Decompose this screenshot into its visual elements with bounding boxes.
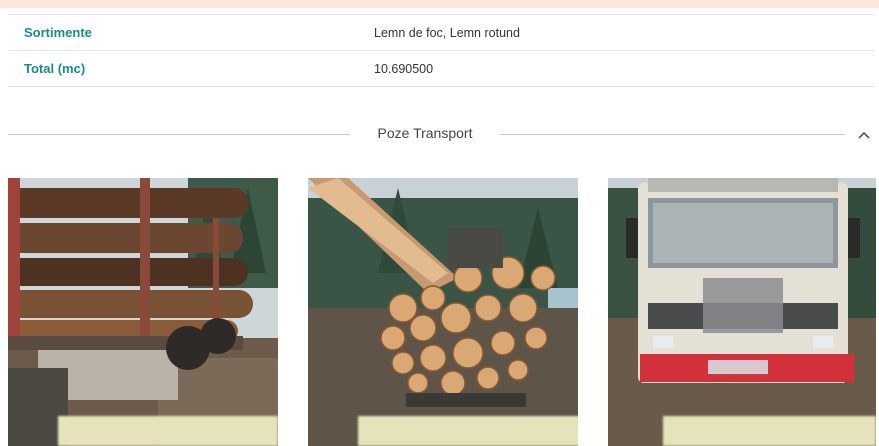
top-strip <box>0 0 879 8</box>
transport-section-header: Poze Transport <box>8 120 875 150</box>
details-label: Sortimente <box>24 25 92 40</box>
blurred-plate <box>58 416 278 446</box>
details-row-sortimente: Sortimente Lemn de foc, Lemn rotund <box>8 14 875 51</box>
transport-photo-3[interactable] <box>608 178 876 446</box>
transport-photo-2[interactable] <box>308 178 578 446</box>
details-value: Lemn de foc, Lemn rotund <box>374 25 520 40</box>
blurred-plate <box>358 416 578 446</box>
details-row-total: Total (mc) 10.690500 <box>8 51 875 87</box>
divider-right <box>500 134 845 135</box>
divider-left <box>8 134 350 135</box>
blurred-plate <box>663 416 876 446</box>
transport-photo-1[interactable] <box>8 178 278 446</box>
section-title: Poze Transport <box>377 125 473 141</box>
chevron-up-icon <box>858 131 870 139</box>
details-value: 10.690500 <box>374 61 434 76</box>
collapse-button[interactable] <box>853 124 875 146</box>
details-label: Total (mc) <box>24 61 86 76</box>
details-table: Sortimente Lemn de foc, Lemn rotund Tota… <box>8 14 875 87</box>
